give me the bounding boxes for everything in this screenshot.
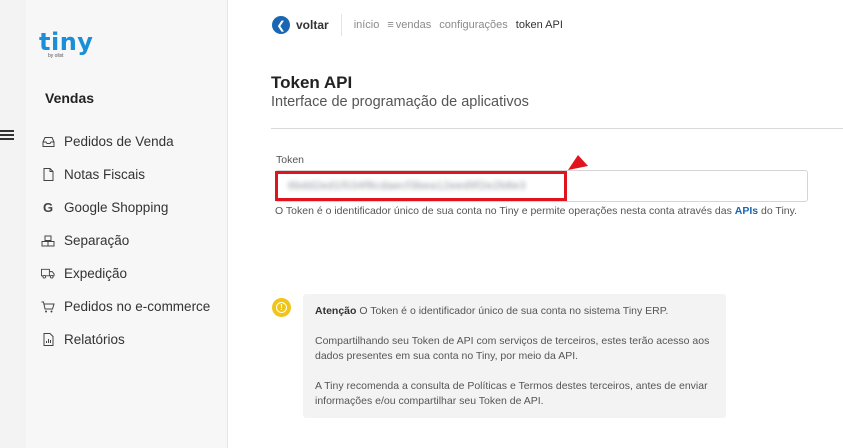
sidebar-item-label: Notas Fiscais — [64, 167, 146, 182]
boxes-icon — [41, 234, 55, 248]
sidebar-item-label: Expedição — [64, 266, 128, 281]
sidebar-item-label: Google Shopping — [64, 200, 169, 215]
page-title: Token API — [271, 73, 353, 92]
sidebar-item-expedicao[interactable]: Expedição — [41, 257, 210, 290]
breadcrumb-configuracoes[interactable]: configurações — [439, 19, 508, 31]
divider — [271, 128, 843, 129]
google-icon: G — [42, 200, 54, 215]
attention-notice: Atenção O Token é o identificador único … — [303, 294, 726, 418]
sidebar: tiny by olist Vendas Pedidos de Venda No… — [26, 0, 228, 448]
chevron-left-icon: ❮ — [272, 16, 290, 34]
page-subtitle: Interface de programação de aplicativos — [271, 94, 529, 110]
logo-subtitle: by olist — [48, 53, 64, 59]
token-help-text: O Token é o identificador único de sua c… — [275, 205, 797, 217]
list-icon: ≡ — [387, 19, 394, 31]
notice-lead-text: O Token é o identificador único de sua c… — [356, 305, 669, 317]
inbox-icon — [41, 135, 55, 149]
token-label: Token — [276, 154, 305, 166]
breadcrumb-inicio[interactable]: início — [354, 19, 380, 31]
sidebar-item-separacao[interactable]: Separação — [41, 224, 210, 257]
sidebar-item-label: Pedidos de Venda — [64, 134, 174, 149]
report-icon — [41, 333, 55, 347]
sidebar-item-label: Pedidos no e-commerce — [64, 299, 211, 314]
token-highlight-box — [275, 171, 567, 201]
sidebar-item-notas-fiscais[interactable]: Notas Fiscais — [41, 158, 210, 191]
cart-icon — [41, 300, 55, 314]
sidebar-section-title: Vendas — [45, 90, 95, 106]
tiny-logo[interactable]: tiny — [39, 28, 93, 56]
notice-lead-bold: Atenção — [315, 305, 357, 317]
annotation-arrow-icon — [568, 155, 588, 170]
notice-paragraph-3: A Tiny recomenda a consulta de Políticas… — [315, 379, 708, 408]
breadcrumb-current: token API — [515, 19, 563, 31]
main-content: ❮ voltar início ≡ vendas configurações t… — [229, 0, 843, 448]
sidebar-item-label: Separação — [64, 233, 130, 248]
token-help-prefix: O Token é o identificador único de sua c… — [275, 205, 735, 217]
token-help-suffix: do Tiny. — [758, 205, 798, 217]
sidebar-item-google-shopping[interactable]: G Google Shopping — [41, 191, 210, 224]
apis-link[interactable]: APIs — [735, 205, 758, 217]
warning-icon: ! — [272, 298, 291, 317]
hamburger-menu-icon[interactable] — [0, 128, 14, 142]
notice-paragraph-2: Compartilhando seu Token de API com serv… — [315, 334, 710, 363]
document-icon — [41, 168, 55, 182]
sidebar-item-relatorios[interactable]: Relatórios — [41, 323, 210, 356]
left-rail — [0, 0, 26, 448]
sidebar-item-pedidos-de-venda[interactable]: Pedidos de Venda — [41, 125, 210, 158]
back-label: voltar — [296, 18, 329, 32]
sidebar-menu: Pedidos de Venda Notas Fiscais G Google … — [41, 125, 210, 356]
sidebar-item-pedidos-no-e-commerce[interactable]: Pedidos no e-commerce — [41, 290, 210, 323]
breadcrumb: ❮ voltar início ≡ vendas configurações t… — [272, 14, 571, 36]
breadcrumb-vendas[interactable]: vendas — [396, 19, 431, 31]
notice-paragraph-1: Atenção O Token é o identificador único … — [315, 304, 714, 320]
truck-icon — [41, 267, 55, 281]
back-button[interactable]: ❮ voltar — [272, 14, 342, 36]
sidebar-item-label: Relatórios — [64, 332, 125, 347]
